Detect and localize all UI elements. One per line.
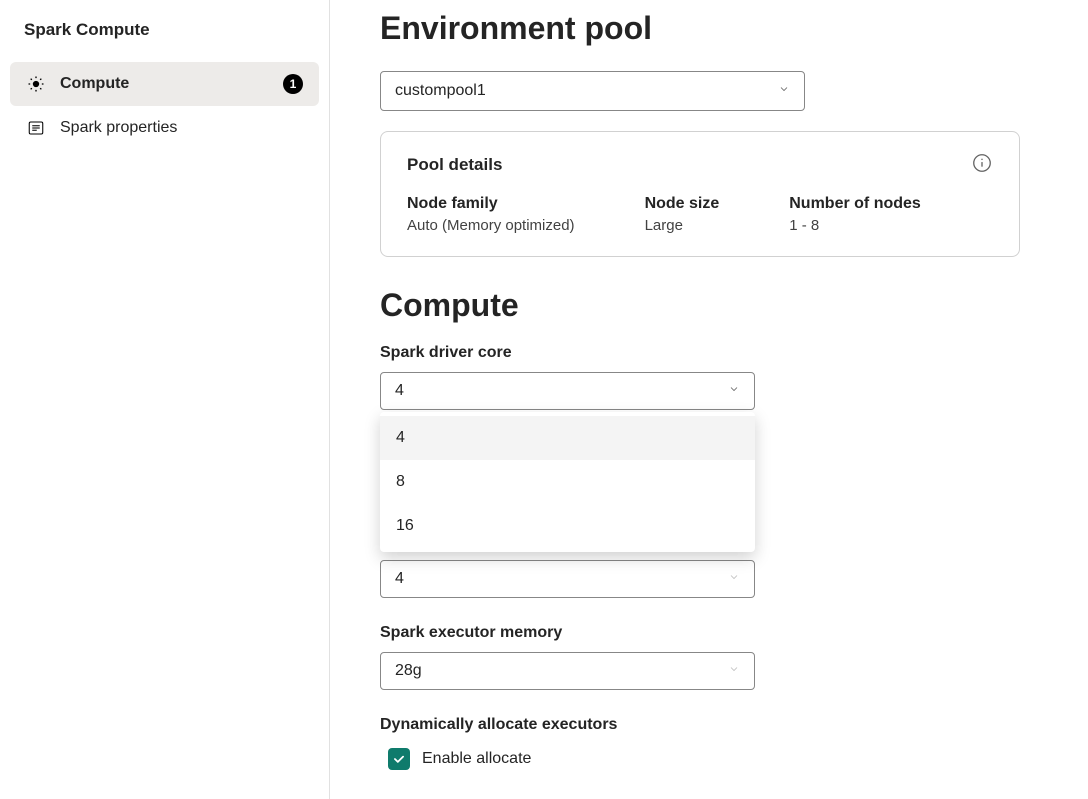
chevron-down-icon — [778, 82, 790, 100]
node-family-value: Auto (Memory optimized) — [407, 217, 575, 234]
driver-core-value: 4 — [395, 382, 728, 400]
info-icon[interactable] — [971, 152, 993, 177]
dropdown-option[interactable]: 16 — [380, 504, 755, 548]
node-size: Node size Large — [645, 195, 720, 234]
pool-details-card: Pool details Node family Auto (Memory op… — [380, 131, 1020, 257]
enable-allocate-row: Enable allocate — [388, 748, 1028, 770]
executor-core-select-wrap: 4 — [380, 560, 755, 598]
enable-allocate-label: Enable allocate — [422, 750, 531, 768]
sidebar-item-spark-properties[interactable]: Spark properties — [10, 106, 319, 150]
node-count-value: 1 - 8 — [789, 217, 921, 234]
executor-core-value: 4 — [395, 570, 728, 588]
sidebar-item-label: Spark properties — [60, 119, 303, 137]
gear-icon — [26, 74, 46, 94]
chevron-down-icon — [728, 382, 740, 400]
chevron-down-icon — [728, 570, 740, 588]
node-size-value: Large — [645, 217, 720, 234]
node-family-label: Node family — [407, 195, 575, 213]
driver-core-dropdown: 4 8 16 — [380, 412, 755, 552]
node-size-label: Node size — [645, 195, 720, 213]
env-pool-heading: Environment pool — [380, 10, 1028, 47]
sidebar-item-label: Compute — [60, 75, 269, 93]
dropdown-option[interactable]: 8 — [380, 460, 755, 504]
dynamic-alloc-label: Dynamically allocate executors — [380, 716, 1028, 734]
pool-select-value: custompool1 — [395, 82, 778, 100]
pool-select-wrap: custompool1 — [380, 71, 805, 111]
node-count-label: Number of nodes — [789, 195, 921, 213]
executor-memory-select[interactable]: 28g — [380, 652, 755, 690]
executor-core-select[interactable]: 4 — [380, 560, 755, 598]
executor-memory-value: 28g — [395, 662, 728, 680]
dropdown-option[interactable]: 4 — [380, 416, 755, 460]
pool-select[interactable]: custompool1 — [380, 71, 805, 111]
node-count: Number of nodes 1 - 8 — [789, 195, 921, 234]
badge: 1 — [283, 74, 303, 94]
chevron-down-icon — [728, 662, 740, 680]
sidebar: Spark Compute Compute 1 Spark prope — [0, 0, 330, 799]
executor-memory-label: Spark executor memory — [380, 624, 1028, 642]
executor-memory-select-wrap: 28g — [380, 652, 755, 690]
driver-core-select[interactable]: 4 — [380, 372, 755, 410]
sidebar-title: Spark Compute — [24, 20, 319, 40]
pool-details-title: Pool details — [407, 155, 971, 175]
compute-heading: Compute — [380, 287, 1028, 324]
driver-core-label: Spark driver core — [380, 344, 1028, 362]
sidebar-item-compute[interactable]: Compute 1 — [10, 62, 319, 106]
main-content: Environment pool custompool1 Pool detail… — [330, 0, 1088, 799]
node-family: Node family Auto (Memory optimized) — [407, 195, 575, 234]
enable-allocate-checkbox[interactable] — [388, 748, 410, 770]
driver-core-select-wrap: 4 4 8 16 — [380, 372, 755, 410]
list-icon — [26, 118, 46, 138]
